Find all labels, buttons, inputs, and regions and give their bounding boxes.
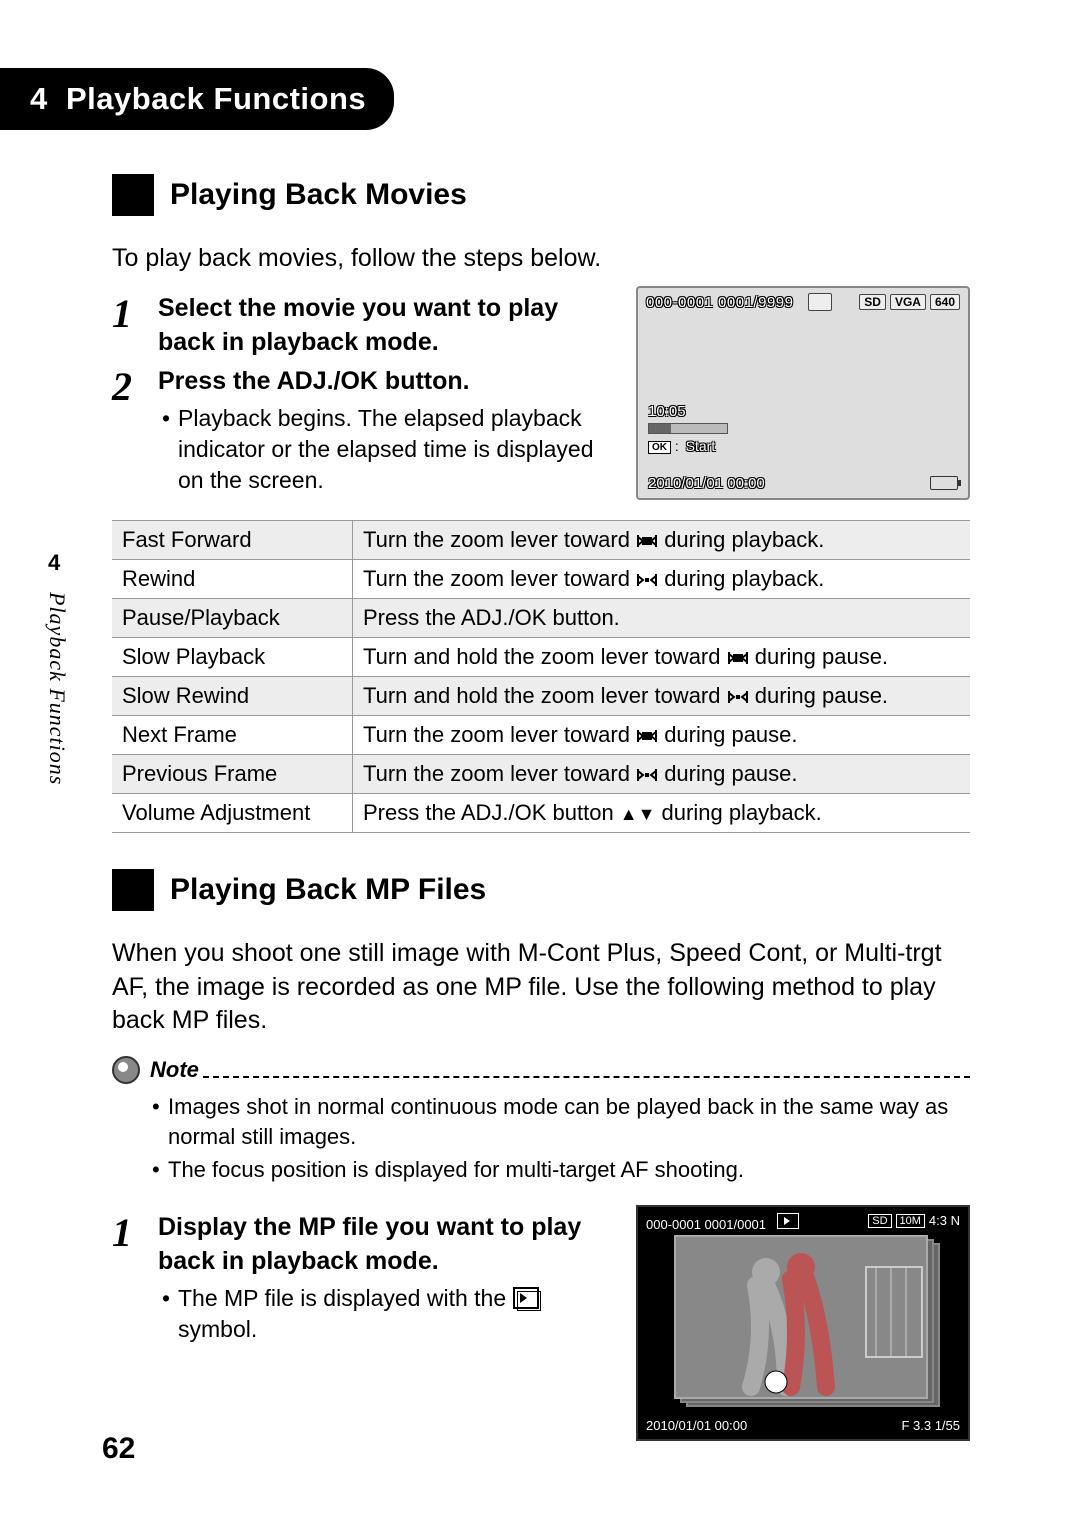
screen-datetime: 2010/01/01 00:00 xyxy=(648,475,765,492)
ok-icon: OK xyxy=(648,441,671,454)
step-number: 2 xyxy=(112,365,158,496)
mp-counter-text: 000-0001 0001/0001 xyxy=(646,1217,766,1232)
section-title: Playing Back MP Files xyxy=(170,873,486,907)
table-row: Slow PlaybackTurn and hold the zoom leve… xyxy=(112,637,970,676)
control-description: Turn the zoom lever toward during pause. xyxy=(353,715,971,754)
mp-frame xyxy=(674,1235,928,1399)
table-row: Slow RewindTurn and hold the zoom lever … xyxy=(112,676,970,715)
mp-file-counter: 000-0001 0001/0001 xyxy=(646,1213,799,1232)
start-label: Start xyxy=(686,438,716,454)
section-header-movies: Playing Back Movies xyxy=(112,174,970,216)
note-item: The focus position is displayed for mult… xyxy=(148,1155,970,1185)
control-description: Turn the zoom lever toward during playba… xyxy=(353,520,971,559)
step-bullet: Playback begins. The elapsed playback in… xyxy=(158,403,616,496)
control-action: Slow Playback xyxy=(112,637,353,676)
size-badge: 10M xyxy=(896,1214,925,1228)
ok-start-label: OK : Start xyxy=(648,438,715,454)
control-description: Press the ADJ./OK button. xyxy=(353,598,971,637)
step-bullet: The MP file is displayed with the symbol… xyxy=(158,1283,616,1345)
section1-intro: To play back movies, follow the steps be… xyxy=(112,242,970,276)
step-2: 2 Press the ADJ./OK button. Playback beg… xyxy=(112,365,616,496)
bullet-post: symbol. xyxy=(178,1316,257,1342)
bullet-pre: The MP file is displayed with the xyxy=(178,1285,513,1311)
note-label: Note xyxy=(150,1057,199,1083)
section-title: Playing Back Movies xyxy=(170,178,467,212)
step-title: Select the movie you want to play back i… xyxy=(158,292,616,360)
control-action: Pause/Playback xyxy=(112,598,353,637)
mp-topright: SD 10M 4:3 N xyxy=(868,1213,960,1228)
ratio-text: 4:3 N xyxy=(929,1213,960,1228)
step-title: Display the MP file you want to play bac… xyxy=(158,1211,616,1279)
note-dashes xyxy=(203,1075,970,1078)
table-row: Next FrameTurn the zoom lever toward dur… xyxy=(112,715,970,754)
note-list: Images shot in normal continuous mode ca… xyxy=(148,1092,970,1185)
mp-datetime: 2010/01/01 00:00 xyxy=(646,1418,747,1433)
table-row: Volume AdjustmentPress the ADJ./OK butto… xyxy=(112,793,970,832)
control-action: Slow Rewind xyxy=(112,676,353,715)
control-action: Fast Forward xyxy=(112,520,353,559)
progress-bar xyxy=(648,423,728,434)
chapter-banner: 4 Playback Functions xyxy=(0,68,394,130)
control-description: Turn and hold the zoom lever toward duri… xyxy=(353,637,971,676)
step-title: Press the ADJ./OK button. xyxy=(158,365,616,399)
step-1: 1 Select the movie you want to play back… xyxy=(112,292,616,360)
control-description: Press the ADJ./OK button ▲▼ during playb… xyxy=(353,793,971,832)
section2-intro: When you shoot one still image with M-Co… xyxy=(112,937,970,1038)
table-row: Pause/PlaybackPress the ADJ./OK button. xyxy=(112,598,970,637)
camera-screen-movie: 000-0001 0001/9999 SD VGA 640 10:05 OK :… xyxy=(636,286,970,500)
control-description: Turn the zoom lever toward during playba… xyxy=(353,559,971,598)
control-description: Turn the zoom lever toward during pause. xyxy=(353,754,971,793)
mp-step-1: 1 Display the MP file you want to play b… xyxy=(112,1211,616,1345)
elapsed-time: 10:05 xyxy=(648,403,686,420)
control-action: Rewind xyxy=(112,559,353,598)
note-item: Images shot in normal continuous mode ca… xyxy=(148,1092,970,1151)
colon: : xyxy=(671,438,683,454)
step-number: 1 xyxy=(112,1211,158,1345)
vga-badge: VGA xyxy=(890,294,926,310)
control-action: Volume Adjustment xyxy=(112,793,353,832)
section-marker xyxy=(112,174,154,216)
section-header-mp: Playing Back MP Files xyxy=(112,869,970,911)
playback-controls-table: Fast ForwardTurn the zoom lever toward d… xyxy=(112,520,970,833)
step-number: 1 xyxy=(112,292,158,360)
side-tab-label: Playback Functions xyxy=(44,592,70,785)
section-marker xyxy=(112,869,154,911)
side-tab-number: 4 xyxy=(48,550,60,576)
sd-badge: SD xyxy=(859,294,886,310)
table-row: Fast ForwardTurn the zoom lever toward d… xyxy=(112,520,970,559)
table-row: Previous FrameTurn the zoom lever toward… xyxy=(112,754,970,793)
control-description: Turn and hold the zoom lever toward duri… xyxy=(353,676,971,715)
movie-icon xyxy=(808,293,832,311)
sd-badge: SD xyxy=(868,1214,891,1228)
control-action: Next Frame xyxy=(112,715,353,754)
note-icon xyxy=(112,1056,140,1084)
note-header: Note xyxy=(112,1056,970,1084)
mp-exposure: F 3.3 1/55 xyxy=(901,1418,960,1433)
chapter-title: Playback Functions xyxy=(66,81,366,116)
control-action: Previous Frame xyxy=(112,754,353,793)
chapter-number: 4 xyxy=(30,81,48,116)
mp-play-icon xyxy=(777,1213,799,1229)
res-badge: 640 xyxy=(930,294,960,310)
mp-bottom-row: 2010/01/01 00:00 F 3.3 1/55 xyxy=(646,1418,960,1433)
battery-icon xyxy=(930,476,958,490)
manual-page: 4 Playback Functions 4 Playback Function… xyxy=(0,0,1080,1522)
mp-file-icon xyxy=(513,1287,539,1309)
file-counter: 000-0001 0001/9999 xyxy=(646,294,793,311)
page-number: 62 xyxy=(102,1432,135,1466)
soccer-illustration xyxy=(676,1237,926,1397)
camera-screen-mp: 000-0001 0001/0001 SD 10M 4:3 N xyxy=(636,1205,970,1441)
table-row: RewindTurn the zoom lever toward during … xyxy=(112,559,970,598)
